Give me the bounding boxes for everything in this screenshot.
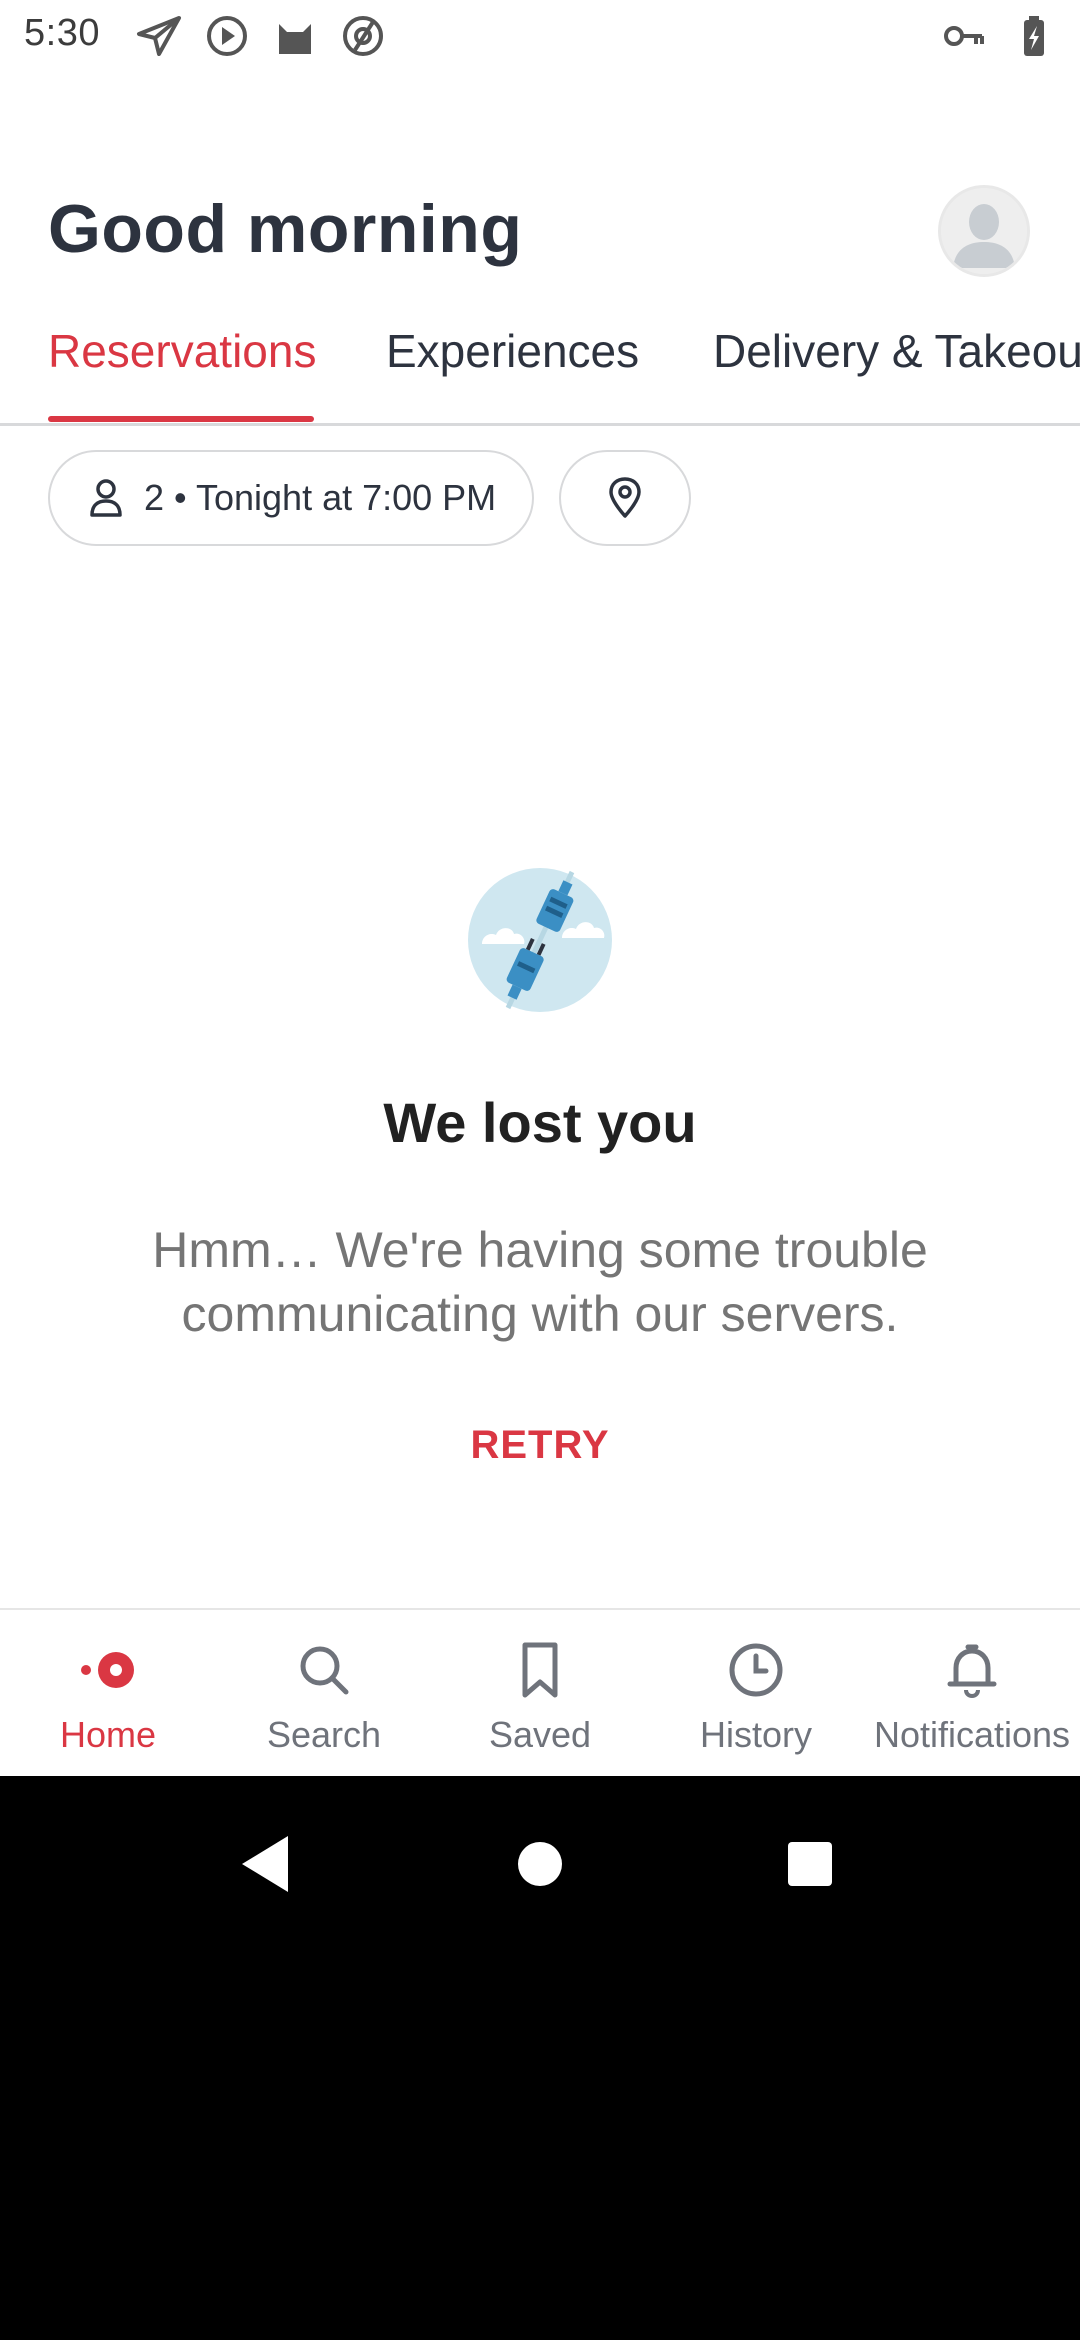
nav-notifications[interactable]: Notifications (864, 1610, 1080, 1778)
vpn-key-icon (940, 14, 988, 58)
error-message: Hmm… We're having some trouble communica… (152, 1222, 928, 1342)
system-navigation-bar (0, 1776, 1080, 2340)
profile-avatar-button[interactable] (938, 185, 1030, 277)
bookmark-icon (522, 1642, 558, 1698)
status-icons-right (940, 14, 1058, 58)
nav-saved[interactable]: Saved (432, 1610, 648, 1778)
home-dot-icon (81, 1652, 134, 1688)
nav-search[interactable]: Search (216, 1610, 432, 1778)
error-title: We lost you (383, 1091, 697, 1154)
status-time: 5:30 (24, 12, 100, 54)
category-tabs: Reservations Experiences Delivery & Take… (0, 318, 1080, 426)
play-circle-icon (203, 14, 251, 58)
home-icon[interactable] (500, 1824, 580, 1904)
greeting-title: Good morning (48, 191, 523, 267)
bell-icon (947, 1644, 997, 1699)
party-size-time-button[interactable]: 2 • Tonight at 7:00 PM (48, 450, 534, 546)
at-sign-icon (339, 14, 387, 58)
status-bar: 5:30 (0, 0, 1080, 72)
nav-search-label: Search (266, 1714, 382, 1755)
retry-button[interactable]: RETRY (420, 1410, 660, 1480)
send-icon (135, 14, 183, 58)
status-icons-left (135, 14, 387, 58)
nav-saved-label: Saved (488, 1714, 592, 1755)
clock-icon (729, 1643, 783, 1697)
nav-home-label: Home (59, 1714, 157, 1755)
back-icon[interactable] (228, 1824, 308, 1904)
app-screen: 5:30 Good morning Reservations Experienc… (0, 0, 1080, 2340)
person-icon (90, 479, 122, 517)
nav-notifications-label: Notifications (873, 1714, 1071, 1755)
map-pin-icon (609, 477, 641, 518)
tab-experiences[interactable]: Experiences (386, 324, 639, 378)
recents-icon[interactable] (770, 1824, 850, 1904)
active-tab-indicator (48, 416, 314, 422)
search-icon (300, 1646, 349, 1695)
nav-history[interactable]: History (648, 1610, 864, 1778)
disconnected-plug-icon (468, 868, 612, 1012)
party-summary-label: 2 • Tonight at 7:00 PM (144, 477, 497, 518)
location-button[interactable] (559, 450, 691, 546)
nav-home[interactable]: Home (0, 1610, 216, 1778)
tab-delivery-takeout[interactable]: Delivery & Takeout (713, 324, 1080, 378)
tab-reservations[interactable]: Reservations (48, 324, 316, 378)
profile-avatar-icon (941, 188, 1027, 274)
cat-icon (271, 14, 319, 58)
nav-history-label: History (699, 1714, 812, 1755)
bottom-navigation: Home Search Saved History Notifications (0, 1608, 1080, 1776)
battery-charging-icon (1010, 14, 1058, 58)
